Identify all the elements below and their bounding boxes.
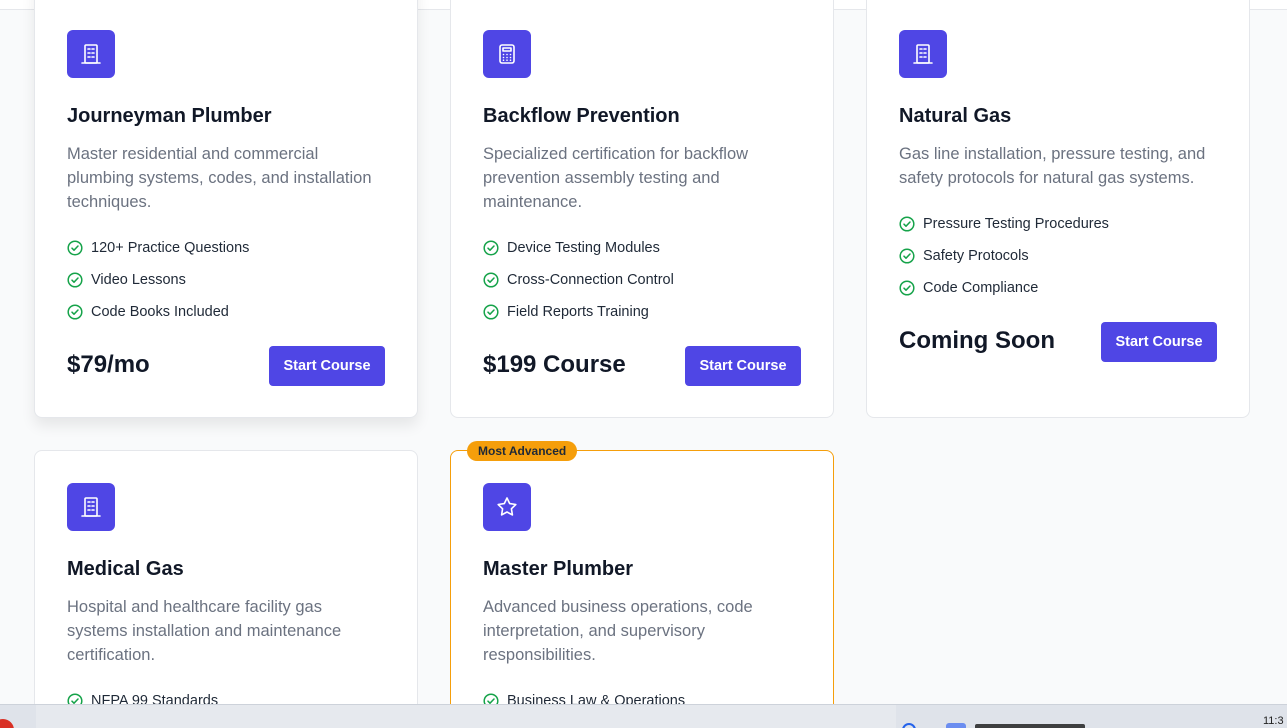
star-icon <box>483 483 531 531</box>
course-price: $79/mo <box>67 351 150 378</box>
feature-label: Code Books Included <box>91 304 229 320</box>
os-taskbar: 11:3 <box>0 704 1287 728</box>
course-title: Journeyman Plumber <box>67 105 272 127</box>
course-title: Backflow Prevention <box>483 105 680 127</box>
check-circle-icon <box>899 216 915 232</box>
course-price: $199 Course <box>483 351 626 378</box>
check-circle-icon <box>67 272 83 288</box>
feature-list: Business Law & Operations <box>483 685 685 704</box>
building-icon <box>899 30 947 78</box>
feature-list: Pressure Testing Procedures Safety Proto… <box>899 208 1109 304</box>
check-circle-icon <box>483 272 499 288</box>
check-circle-icon <box>483 240 499 256</box>
course-description: Specialized certification for backflow p… <box>483 145 749 211</box>
feature-item: Field Reports Training <box>483 296 674 328</box>
check-circle-icon <box>67 240 83 256</box>
feature-list: NFPA 99 Standards <box>67 685 218 704</box>
feature-label: Video Lessons <box>91 272 186 288</box>
check-circle-icon <box>67 304 83 320</box>
check-circle-icon <box>899 280 915 296</box>
feature-item: Code Compliance <box>899 272 1109 304</box>
feature-label: Cross-Connection Control <box>507 272 674 288</box>
check-circle-icon <box>483 693 499 704</box>
feature-item: Code Books Included <box>67 296 249 328</box>
course-description: Hospital and healthcare facility gas sys… <box>67 598 342 664</box>
feature-label: Device Testing Modules <box>507 240 660 256</box>
taskbar-window-icon[interactable] <box>946 723 966 728</box>
taskbar-clock[interactable]: 11:3 <box>1263 715 1284 727</box>
feature-label: Safety Protocols <box>923 248 1029 264</box>
taskbar-window-title[interactable] <box>975 724 1085 728</box>
browser-app-icon[interactable] <box>0 719 14 728</box>
course-card-master-plumber: Most Advanced Master Plumber Advanced bu… <box>450 441 834 704</box>
course-price: Coming Soon <box>899 327 1055 354</box>
course-title: Medical Gas <box>67 558 184 580</box>
feature-label: NFPA 99 Standards <box>91 693 219 704</box>
feature-label: Pressure Testing Procedures <box>923 216 1109 232</box>
course-description: Advanced business operations, code inter… <box>483 598 753 664</box>
feature-list: Device Testing Modules Cross-Connection … <box>483 232 674 328</box>
feature-item: NFPA 99 Standards <box>67 685 218 704</box>
check-circle-icon <box>899 248 915 264</box>
course-title: Natural Gas <box>899 105 1012 127</box>
feature-label: 120+ Practice Questions <box>91 240 250 256</box>
course-card-journeyman-plumber: Journeyman Plumber Master residential an… <box>34 0 418 418</box>
course-grid: Journeyman Plumber Master residential an… <box>0 0 1287 704</box>
feature-item: Pressure Testing Procedures <box>899 208 1109 240</box>
start-course-button[interactable]: Start Course <box>269 346 385 386</box>
feature-item: Safety Protocols <box>899 240 1109 272</box>
calculator-icon <box>483 30 531 78</box>
feature-item: Cross-Connection Control <box>483 264 674 296</box>
check-circle-icon <box>67 693 83 704</box>
taskbar-app-icon[interactable] <box>902 723 916 728</box>
course-title: Master Plumber <box>483 558 634 580</box>
start-course-button[interactable]: Start Course <box>685 346 801 386</box>
course-description: Gas line installation, pressure testing,… <box>899 145 1206 187</box>
feature-item: 120+ Practice Questions <box>67 232 249 264</box>
building-icon <box>67 483 115 531</box>
feature-item: Device Testing Modules <box>483 232 674 264</box>
feature-item: Video Lessons <box>67 264 249 296</box>
feature-list: 120+ Practice Questions Video Lessons Co… <box>67 232 249 328</box>
start-course-button[interactable]: Start Course <box>1101 322 1217 362</box>
course-description: Master residential and commercial plumbi… <box>67 145 372 211</box>
feature-label: Business Law & Operations <box>507 693 686 704</box>
feature-label: Field Reports Training <box>507 304 649 320</box>
feature-label: Code Compliance <box>923 280 1039 296</box>
check-circle-icon <box>483 304 499 320</box>
building-icon <box>67 30 115 78</box>
system-tray[interactable] <box>1165 723 1245 728</box>
taskbar-search-area[interactable] <box>36 705 896 728</box>
course-card-medical-gas: Medical Gas Hospital and healthcare faci… <box>34 450 418 704</box>
course-card-natural-gas: Natural Gas Gas line installation, press… <box>866 0 1250 418</box>
course-card-backflow-prevention: Backflow Prevention Specialized certific… <box>450 0 834 418</box>
most-advanced-badge: Most Advanced <box>467 441 578 461</box>
feature-item: Business Law & Operations <box>483 685 685 704</box>
